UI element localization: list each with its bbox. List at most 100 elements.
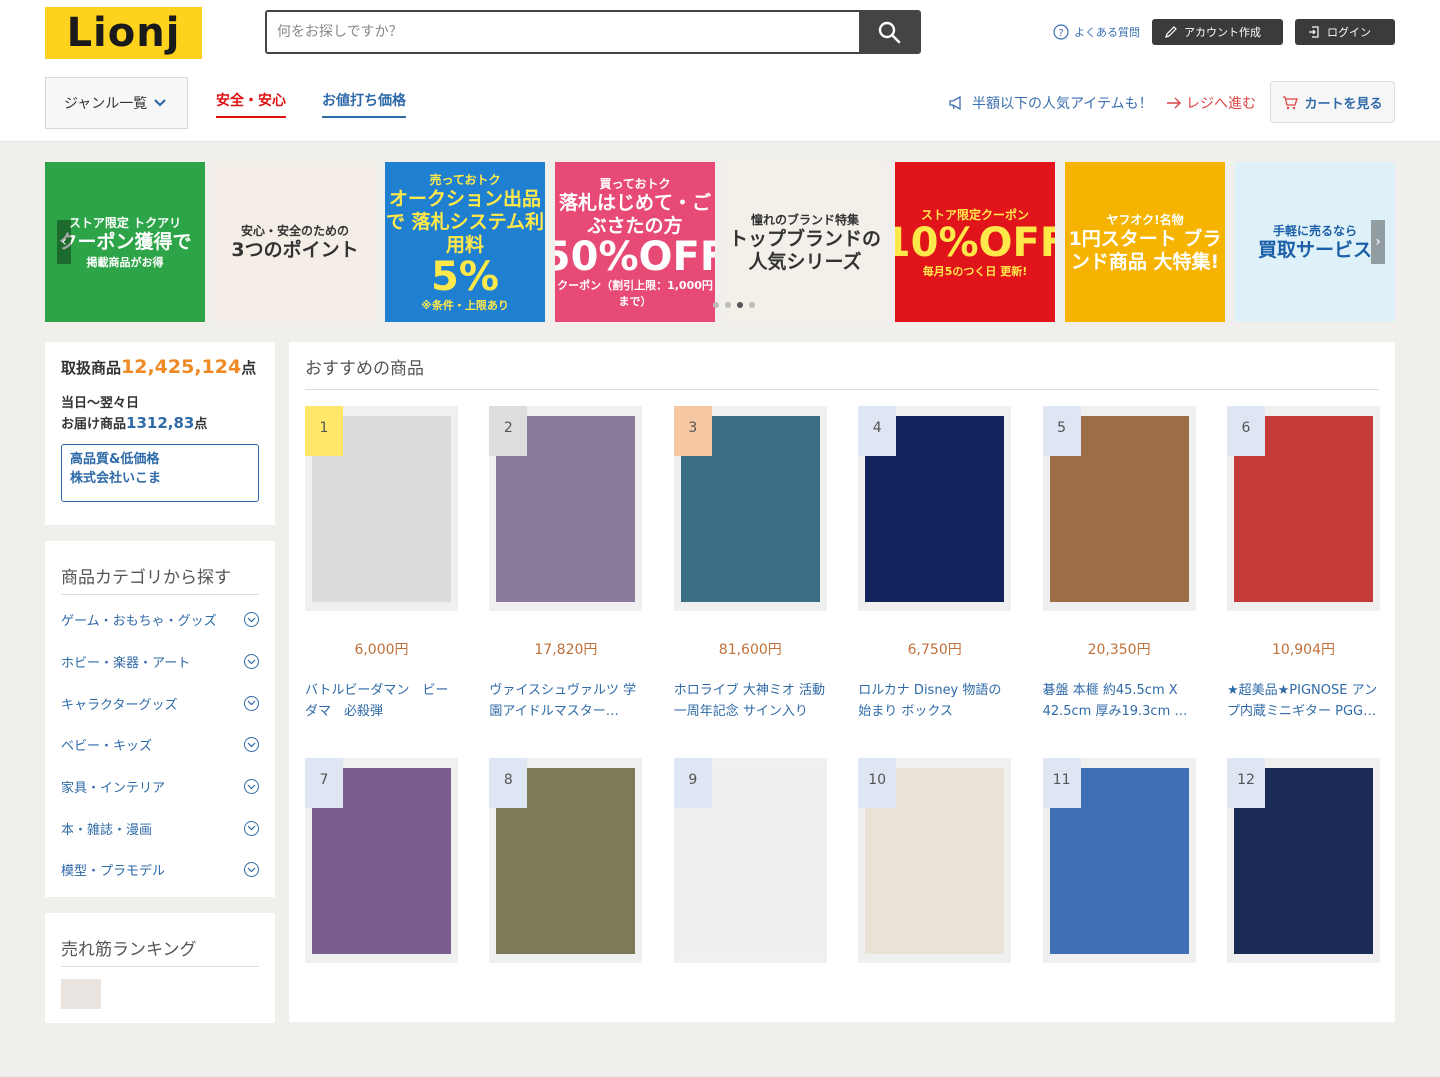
rank-badge: 7 bbox=[305, 758, 343, 808]
chevron-down-icon[interactable] bbox=[244, 612, 259, 628]
ranking-panel: 売れ筋ランキング bbox=[45, 913, 275, 1023]
product-card[interactable]: 10 bbox=[858, 758, 1012, 1077]
chevron-down-icon bbox=[154, 99, 167, 107]
view-cart-button[interactable]: カートを見る bbox=[1270, 81, 1395, 123]
product-card[interactable]: 3 81,600円 ホロライブ 大神ミオ 活動一周年記念 サイン入り bbox=[673, 406, 827, 725]
rank-badge: 4 bbox=[858, 406, 897, 456]
promo-link[interactable]: 半額以下の人気アイテムも！ bbox=[948, 93, 1153, 113]
product-image-frame: 12 bbox=[1227, 758, 1380, 963]
product-name[interactable] bbox=[489, 1033, 642, 1077]
faq-link[interactable]: ? よくある質問 bbox=[1053, 24, 1140, 40]
arrow-right-icon bbox=[1167, 97, 1181, 109]
chevron-down-icon[interactable] bbox=[244, 737, 259, 753]
chevron-down-icon[interactable] bbox=[244, 779, 259, 795]
rank-number: 8 bbox=[503, 772, 513, 788]
rank-number: 7 bbox=[319, 772, 329, 788]
genre-dropdown[interactable]: ジャンル一覧 bbox=[45, 77, 188, 129]
product-card[interactable]: 7 bbox=[305, 758, 458, 1077]
category-item[interactable]: ベビー・キッズ bbox=[61, 724, 259, 766]
product-name[interactable] bbox=[1227, 1033, 1380, 1077]
product-name[interactable]: ホロライブ 大神ミオ 活動一周年記念 サイン入り bbox=[674, 681, 827, 725]
chevron-down-icon[interactable] bbox=[244, 820, 259, 836]
promo-banner[interactable]: ヤフオク!名物 1円スタート ブランド商品 大特集! bbox=[1065, 162, 1225, 322]
category-item[interactable]: キャラクターグッズ bbox=[61, 682, 259, 724]
category-label: ホビー・楽器・アート bbox=[61, 656, 191, 672]
product-name[interactable]: 碁盤 本榧 約45.5cm X 42.5cm 厚み19.3cm 脚付 bbox=[1043, 681, 1196, 725]
category-item[interactable]: 模型・プラモデル bbox=[61, 849, 259, 891]
rank-badge: 12 bbox=[1227, 758, 1265, 808]
rank-number: 10 bbox=[868, 772, 887, 788]
rank-number: 6 bbox=[1241, 420, 1251, 436]
product-name[interactable] bbox=[1043, 1033, 1196, 1077]
rank-badge: 5 bbox=[1042, 406, 1081, 456]
product-name[interactable] bbox=[305, 1033, 458, 1077]
product-name[interactable]: バトルビーダマン ビーダマ 必殺弾 bbox=[305, 681, 458, 725]
tab-deal[interactable]: お値打ち価格 bbox=[322, 90, 406, 118]
cart-icon bbox=[1283, 95, 1299, 109]
checkout-label: レジへ進む bbox=[1186, 96, 1256, 112]
product-card[interactable]: 2 17,820円ヴァイスシュヴァルツ 学園アイドルマスター PSA10 bbox=[489, 406, 643, 725]
category-item[interactable]: ゲーム・おもちゃ・グッズ bbox=[61, 599, 259, 641]
product-card[interactable]: 6 10,904円 ★超美品★PIGNOSE アンプ内蔵ミニギター PGG-200 bbox=[1227, 406, 1380, 725]
product-price: 17,820円 bbox=[534, 642, 598, 658]
carousel-dot[interactable] bbox=[737, 302, 743, 308]
product-name[interactable]: ロルカナ Disney 物語の始まり ボックス bbox=[858, 681, 1011, 725]
banner-text: ※条件・上限あり bbox=[421, 298, 509, 312]
product-card[interactable]: 4 6,750円 ロルカナ Disney 物語の始まり ボックス bbox=[858, 406, 1012, 725]
product-card[interactable]: 8 bbox=[489, 758, 643, 1077]
product-image-frame: 2 bbox=[489, 406, 643, 611]
carousel-dot[interactable] bbox=[713, 302, 719, 308]
create-account-button[interactable]: アカウント作成 bbox=[1152, 19, 1283, 45]
category-item[interactable]: 本・雑誌・漫画 bbox=[61, 807, 259, 849]
ranking-thumbnail[interactable] bbox=[61, 979, 101, 1009]
search-button[interactable] bbox=[859, 12, 919, 52]
product-price: 6,000円 bbox=[354, 642, 409, 658]
carousel-dot[interactable] bbox=[725, 302, 731, 308]
promo-banner[interactable]: ストア限定クーポン 10%OFF 毎月5のつく日 更新! bbox=[895, 162, 1055, 322]
category-item[interactable]: 家具・インテリア bbox=[61, 766, 259, 808]
product-name[interactable] bbox=[858, 1033, 1011, 1077]
product-price: 20,350円 bbox=[1087, 642, 1151, 658]
site-logo[interactable]: Lionj bbox=[45, 7, 202, 59]
product-image-frame: 3 bbox=[673, 406, 827, 611]
product-image-frame: 7 bbox=[305, 758, 458, 963]
category-label: 本・雑誌・漫画 bbox=[61, 822, 153, 838]
rank-number: 4 bbox=[872, 420, 882, 436]
stats-total: 取扱商品12,425,124点 bbox=[61, 356, 257, 378]
promo-banner[interactable]: 売っておトク オークション出品で 落札システム利用料 5% ※条件・上限あり bbox=[385, 162, 545, 322]
banner-text: 1円スタート ブランド商品 大特集! bbox=[1068, 227, 1222, 273]
login-button[interactable]: ログイン bbox=[1295, 19, 1395, 45]
product-card[interactable]: 9 bbox=[673, 758, 827, 1077]
product-card[interactable]: 5 20,350円碁盤 本榧 約45.5cm X 42.5cm 厚み19.3cm … bbox=[1042, 406, 1196, 725]
banner-text: 買取サービス bbox=[1257, 239, 1372, 262]
carousel-dot[interactable] bbox=[749, 302, 755, 308]
banner-text: クーポン獲得で bbox=[58, 231, 192, 254]
search-icon bbox=[878, 21, 901, 44]
help-icon: ? bbox=[1053, 24, 1069, 40]
shop-link[interactable]: 高品質&低価格 株式会社いこま bbox=[61, 444, 259, 502]
banner-text: 3つのポイント bbox=[231, 239, 359, 262]
shop-name: 株式会社いこま bbox=[70, 470, 162, 486]
promo-banner[interactable]: 安心・安全のための 3つのポイント bbox=[215, 162, 375, 322]
tab-safe[interactable]: 安全・安心 bbox=[216, 90, 286, 118]
product-card[interactable]: 12 bbox=[1227, 758, 1380, 1077]
rank-number: 1 bbox=[319, 420, 329, 436]
product-image-frame: 5 bbox=[1042, 406, 1196, 611]
banner-text: 買っておトク bbox=[599, 176, 671, 191]
promo-banner[interactable]: 買っておトク 落札はじめて・ごぶさたの方 50%OFF クーポン（割引上限：1,000… bbox=[555, 162, 715, 322]
promo-banner[interactable]: 憧れのブランド特集 トップブランドの 人気シリーズ bbox=[725, 162, 885, 322]
product-card[interactable]: 11 bbox=[1042, 758, 1196, 1077]
carousel-next-arrow[interactable]: › bbox=[1371, 220, 1385, 264]
product-card[interactable]: 1 6,000円バトルビーダマン ビーダマ 必殺弾 bbox=[305, 406, 458, 725]
product-name[interactable]: ヴァイスシュヴァルツ 学園アイドルマスター PSA10 bbox=[489, 681, 642, 725]
chevron-down-icon[interactable] bbox=[244, 695, 259, 711]
chevron-down-icon[interactable] bbox=[244, 654, 259, 670]
category-item[interactable]: ホビー・楽器・アート bbox=[61, 641, 259, 683]
carousel-prev-arrow[interactable]: ‹ bbox=[57, 220, 71, 264]
checkout-link[interactable]: レジへ進む bbox=[1166, 93, 1256, 113]
product-name[interactable]: ★超美品★PIGNOSE アンプ内蔵ミニギター PGG-200 bbox=[1227, 681, 1380, 725]
chevron-down-icon[interactable] bbox=[244, 862, 259, 878]
product-name[interactable] bbox=[674, 1033, 827, 1077]
search-input[interactable] bbox=[267, 12, 859, 52]
rank-number: 5 bbox=[1057, 420, 1067, 436]
